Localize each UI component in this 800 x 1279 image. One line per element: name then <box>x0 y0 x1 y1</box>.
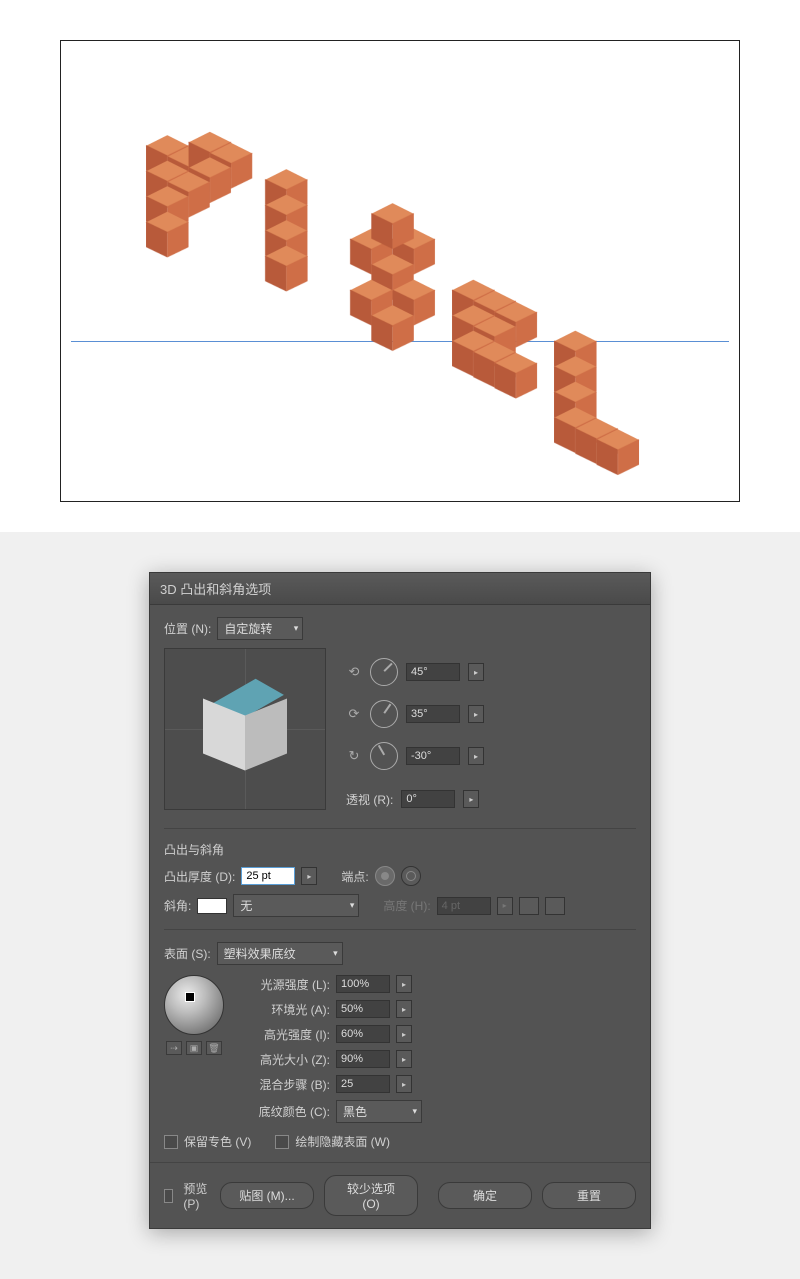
rotate-y-icon: ⟳ <box>346 706 362 722</box>
rotate-z-icon: ↻ <box>346 748 362 764</box>
draw-hidden-checkbox[interactable] <box>275 1135 289 1149</box>
highlight-intensity-input[interactable]: 60% <box>336 1025 390 1043</box>
highlight-size-stepper[interactable]: ▸ <box>396 1050 412 1068</box>
rotate-x-icon: ⟲ <box>346 664 362 680</box>
new-light-icon[interactable]: ▣ <box>186 1041 202 1055</box>
rotate-x-stepper[interactable]: ▸ <box>468 663 484 681</box>
bevel-label: 斜角: <box>164 897 191 914</box>
perspective-stepper[interactable]: ▸ <box>463 790 479 808</box>
position-dropdown[interactable]: 自定旋转 <box>217 617 303 640</box>
fewer-options-button[interactable]: 较少选项 (O) <box>324 1175 418 1216</box>
bevel-height-input: 4 pt <box>437 897 491 915</box>
cap-on-button[interactable] <box>375 866 395 886</box>
dialog-area: 3D 凸出和斜角选项 位置 (N): 自定旋转 <box>0 532 800 1279</box>
highlight-intensity-stepper[interactable]: ▸ <box>396 1025 412 1043</box>
dialog-titlebar[interactable]: 3D 凸出和斜角选项 <box>150 573 650 605</box>
blend-steps-input[interactable]: 25 <box>336 1075 390 1093</box>
extrude-bevel-dialog: 3D 凸出和斜角选项 位置 (N): 自定旋转 <box>149 572 651 1229</box>
ambient-input[interactable]: 50% <box>336 1000 390 1018</box>
canvas-area <box>0 0 800 532</box>
highlight-size-label: 高光大小 (Z): <box>240 1051 330 1068</box>
light-intensity-input[interactable]: 100% <box>336 975 390 993</box>
map-art-button[interactable]: 贴图 (M)... <box>220 1182 314 1209</box>
cap-label: 端点: <box>341 868 368 885</box>
extrude-depth-stepper[interactable]: ▸ <box>301 867 317 885</box>
bevel-height-label: 高度 (H): <box>383 897 430 914</box>
light-intensity-stepper[interactable]: ▸ <box>396 975 412 993</box>
extrude-section-title: 凸出与斜角 <box>164 841 636 858</box>
position-label: 位置 (N): <box>164 620 211 637</box>
rotate-z-dial[interactable] <box>370 742 398 770</box>
cap-off-button[interactable] <box>401 866 421 886</box>
rotation-cube-preview[interactable] <box>164 648 326 810</box>
shading-color-label: 底纹颜色 (C): <box>240 1103 330 1120</box>
bevel-height-stepper: ▸ <box>497 897 513 915</box>
move-light-back-icon[interactable]: ⇢ <box>166 1041 182 1055</box>
perspective-label: 透视 (R): <box>346 791 393 808</box>
reset-button[interactable]: 重置 <box>542 1182 636 1209</box>
bevel-dropdown[interactable]: 无 <box>233 894 359 917</box>
bevel-in-icon <box>519 897 539 915</box>
extrude-depth-input[interactable]: 25 pt <box>241 867 295 885</box>
ok-button[interactable]: 确定 <box>438 1182 532 1209</box>
blend-steps-label: 混合步骤 (B): <box>240 1076 330 1093</box>
delete-light-icon[interactable]: 🗑 <box>206 1041 222 1055</box>
blend-steps-stepper[interactable]: ▸ <box>396 1075 412 1093</box>
surface-label: 表面 (S): <box>164 945 211 962</box>
highlight-intensity-label: 高光强度 (I): <box>240 1026 330 1043</box>
preview-checkbox[interactable] <box>164 1189 173 1203</box>
ambient-stepper[interactable]: ▸ <box>396 1000 412 1018</box>
rotate-z-stepper[interactable]: ▸ <box>468 747 484 765</box>
light-intensity-label: 光源强度 (L): <box>240 976 330 993</box>
rotate-y-stepper[interactable]: ▸ <box>468 705 484 723</box>
surface-dropdown[interactable]: 塑料效果底纹 <box>217 942 343 965</box>
ambient-label: 环境光 (A): <box>240 1001 330 1018</box>
perspective-input[interactable]: 0° <box>401 790 455 808</box>
rotate-x-dial[interactable] <box>370 658 398 686</box>
rotate-x-input[interactable]: 45° <box>406 663 460 681</box>
artboard[interactable] <box>60 40 740 502</box>
light-sphere-preview[interactable] <box>164 975 224 1035</box>
rotate-y-input[interactable]: 35° <box>406 705 460 723</box>
highlight-size-input[interactable]: 90% <box>336 1050 390 1068</box>
light-point-handle[interactable] <box>185 992 195 1002</box>
preview-label: 预览 (P) <box>183 1180 210 1211</box>
preserve-spot-checkbox[interactable] <box>164 1135 178 1149</box>
rotate-y-dial[interactable] <box>370 700 398 728</box>
draw-hidden-label: 绘制隐藏表面 (W) <box>295 1133 390 1150</box>
rotate-z-input[interactable]: -30° <box>406 747 460 765</box>
bevel-swatch <box>197 898 227 914</box>
preserve-spot-label: 保留专色 (V) <box>184 1133 251 1150</box>
shading-color-dropdown[interactable]: 黑色 <box>336 1100 422 1123</box>
bevel-out-icon <box>545 897 565 915</box>
extrude-depth-label: 凸出厚度 (D): <box>164 868 235 885</box>
